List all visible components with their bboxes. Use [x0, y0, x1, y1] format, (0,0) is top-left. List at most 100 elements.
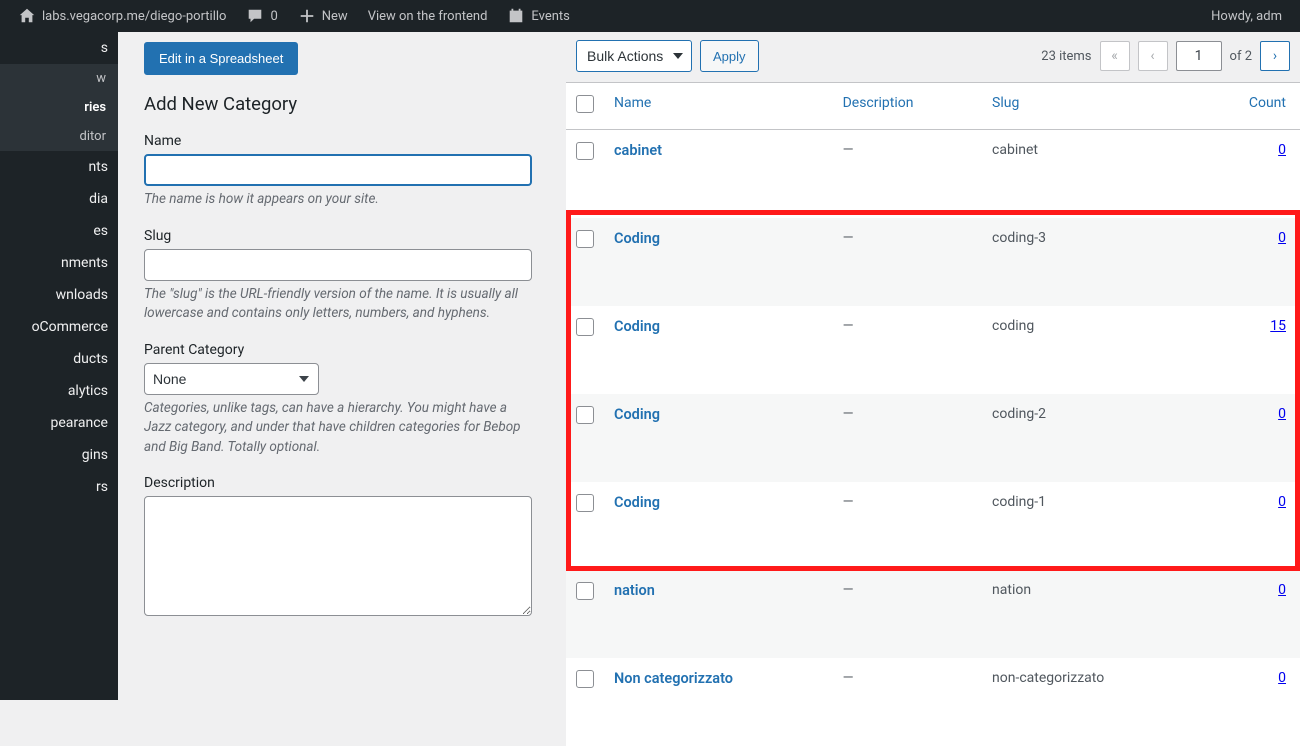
category-count-link[interactable]: 0 [1278, 406, 1286, 422]
col-description-header[interactable]: Description [833, 83, 982, 130]
events-label: Events [531, 9, 569, 24]
category-slug: non-categorizzato [982, 658, 1199, 746]
comment-icon [246, 7, 264, 25]
description-textarea[interactable] [144, 496, 532, 616]
site-link[interactable]: labs.vegacorp.me/diego-portillo [8, 0, 236, 32]
description-field: Description [144, 475, 546, 620]
table-toolbar: Bulk Actions Apply 23 items « ‹ 1 of 2 › [566, 32, 1300, 82]
category-name-link[interactable]: Coding [614, 230, 660, 247]
slug-input[interactable] [144, 249, 532, 281]
table-row: Coding—coding15 [566, 306, 1300, 394]
category-description: — [833, 482, 982, 570]
category-count-link[interactable]: 0 [1278, 230, 1286, 246]
site-url: labs.vegacorp.me/diego-portillo [42, 9, 226, 24]
bulk-actions-select[interactable]: Bulk Actions [576, 40, 692, 72]
name-label: Name [144, 133, 546, 149]
description-label: Description [144, 475, 546, 491]
category-count-link[interactable]: 0 [1278, 582, 1286, 598]
sidebar-item-0[interactable]: s [0, 32, 118, 64]
events-link[interactable]: Events [497, 0, 579, 32]
current-page-input[interactable]: 1 [1176, 41, 1222, 71]
table-row: cabinet—cabinet0 [566, 130, 1300, 218]
category-slug: coding-1 [982, 482, 1199, 570]
category-description: — [833, 658, 982, 746]
name-desc: The name is how it appears on your site. [144, 190, 532, 210]
sidebar-item-7[interactable]: nments [0, 247, 118, 279]
category-description: — [833, 570, 982, 658]
howdy-user[interactable]: Howdy, adm [1201, 0, 1292, 32]
row-checkbox[interactable] [576, 142, 594, 160]
row-checkbox[interactable] [576, 318, 594, 336]
category-count-link[interactable]: 0 [1278, 494, 1286, 510]
category-description: — [833, 306, 982, 394]
sidebar-item-6[interactable]: es [0, 215, 118, 247]
category-name-link[interactable]: Coding [614, 494, 660, 511]
category-slug: cabinet [982, 130, 1199, 218]
main-content: Edit in a Spreadsheet Add New Category N… [118, 32, 1300, 700]
name-field: Name The name is how it appears on your … [144, 133, 546, 210]
comments-link[interactable]: 0 [236, 0, 287, 32]
row-checkbox[interactable] [576, 670, 594, 688]
view-frontend-label: View on the frontend [368, 9, 488, 24]
select-all-checkbox[interactable] [576, 95, 594, 113]
sidebar-item-12[interactable]: pearance [0, 407, 118, 439]
table-row: Coding—coding-30 [566, 218, 1300, 306]
parent-select[interactable]: None [144, 363, 319, 395]
category-name-link[interactable]: nation [614, 582, 655, 599]
sidebar-item-5[interactable]: dia [0, 183, 118, 215]
prev-page-button[interactable]: ‹ [1138, 41, 1168, 71]
col-slug-header[interactable]: Slug [982, 83, 1199, 130]
table-row: Coding —coding-2 0 [566, 394, 1300, 482]
items-count: 23 items [1041, 49, 1091, 64]
new-label: New [322, 9, 348, 24]
comments-count: 0 [270, 9, 277, 24]
category-name-link[interactable]: Coding [614, 406, 660, 423]
sidebar-item-8[interactable]: wnloads [0, 279, 118, 311]
category-description: — [833, 130, 982, 218]
name-input[interactable] [144, 154, 532, 186]
categories-table: Name Description Slug Count cabinet—cabi… [566, 82, 1300, 746]
category-count-link[interactable]: 15 [1270, 318, 1286, 334]
form-heading: Add New Category [144, 93, 546, 115]
row-checkbox[interactable] [576, 406, 594, 424]
edit-spreadsheet-button[interactable]: Edit in a Spreadsheet [144, 42, 298, 75]
howdy-text: Howdy, adm [1211, 9, 1282, 24]
parent-field: Parent Category None Categories, unlike … [144, 342, 546, 458]
view-frontend-link[interactable]: View on the frontend [358, 0, 498, 32]
apply-button[interactable]: Apply [700, 40, 759, 72]
add-category-form-column: Edit in a Spreadsheet Add New Category N… [118, 32, 566, 700]
row-checkbox[interactable] [576, 230, 594, 248]
sidebar-item-10[interactable]: ducts [0, 343, 118, 375]
col-count-header[interactable]: Count [1199, 83, 1300, 130]
category-slug: coding-2 [982, 394, 1199, 482]
category-name-link[interactable]: cabinet [614, 142, 662, 159]
sidebar-item-3[interactable]: ditor [0, 122, 118, 151]
first-page-button[interactable]: « [1100, 41, 1130, 71]
table-row: nation—nation0 [566, 570, 1300, 658]
category-count-link[interactable]: 0 [1278, 670, 1286, 686]
category-count-link[interactable]: 0 [1278, 142, 1286, 158]
sidebar-item-4[interactable]: nts [0, 151, 118, 183]
category-slug: nation [982, 570, 1199, 658]
sidebar-item-2[interactable]: ries [0, 93, 118, 122]
page-of-label: of 2 [1230, 49, 1252, 64]
slug-desc: The "slug" is the URL-friendly version o… [144, 285, 532, 324]
category-name-link[interactable]: Non categorizzato [614, 670, 733, 687]
col-name-header[interactable]: Name [604, 83, 833, 130]
table-row: Coding —coding-1 0 [566, 482, 1300, 570]
category-slug: coding-3 [982, 218, 1199, 306]
table-row: Non categorizzato —non-categorizzato 0 [566, 658, 1300, 746]
new-content-link[interactable]: New [288, 0, 358, 32]
sidebar-item-9[interactable]: oCommerce [0, 311, 118, 343]
slug-field: Slug The "slug" is the URL-friendly vers… [144, 228, 546, 324]
sidebar-item-11[interactable]: alytics [0, 375, 118, 407]
row-checkbox[interactable] [576, 582, 594, 600]
next-page-button[interactable]: › [1260, 41, 1290, 71]
category-name-link[interactable]: Coding [614, 318, 660, 335]
sidebar-item-1[interactable]: w [0, 64, 118, 93]
sidebar-item-14[interactable]: rs [0, 471, 118, 503]
row-checkbox[interactable] [576, 494, 594, 512]
sidebar-item-13[interactable]: gins [0, 439, 118, 471]
calendar-icon [507, 7, 525, 25]
category-description: — [833, 394, 982, 482]
